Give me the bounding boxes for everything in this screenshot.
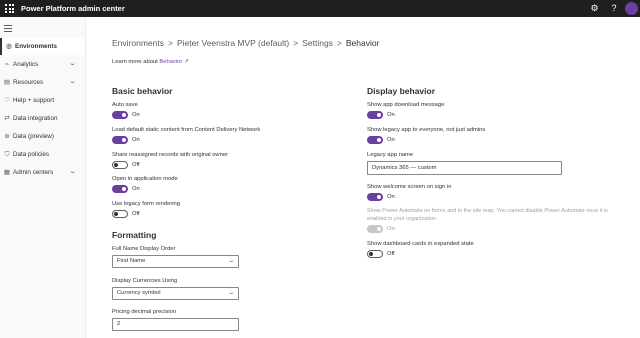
chevron-down-icon: ⌄ xyxy=(228,290,236,296)
toggle-track[interactable] xyxy=(367,193,383,201)
toggle-track[interactable] xyxy=(367,111,383,119)
sidebar-item-label: Environments xyxy=(15,43,57,50)
full-name-order-label: Full Name Display Order xyxy=(112,246,176,252)
breadcrumb-separator: > xyxy=(167,38,173,48)
legacy-app-name-label: Legacy app name xyxy=(367,152,414,158)
sidebar: ◎ Environments ⌁ Analytics ⌄ ▤ Resources… xyxy=(0,17,86,338)
toggle-track[interactable] xyxy=(112,136,128,144)
toggle-state: On xyxy=(132,137,140,143)
resources-icon: ▤ xyxy=(3,79,11,86)
toggle-state: On xyxy=(387,226,395,232)
toggle-track[interactable] xyxy=(367,250,383,258)
toggle-state: On xyxy=(387,194,395,200)
power-automate-description: Show Power Automate on forms and in the … xyxy=(367,208,608,222)
breadcrumb-environment[interactable]: Pieter Veenstra MVP (default) xyxy=(177,38,289,48)
pricing-precision-input[interactable]: 2 xyxy=(112,318,239,331)
sidebar-item-resources[interactable]: ▤ Resources ⌄ xyxy=(0,74,85,91)
display-behavior-heading: Display behavior xyxy=(367,86,436,96)
chevron-down-icon: ⌄ xyxy=(68,79,77,85)
sidebar-item-environments[interactable]: ◎ Environments xyxy=(0,38,85,55)
toggle-track[interactable] xyxy=(112,161,128,169)
sidebar-item-data-preview[interactable]: ⊛ Data (preview) xyxy=(0,128,85,145)
breadcrumb-current: Behavior xyxy=(345,38,380,48)
toggle-track[interactable] xyxy=(112,210,128,218)
data-preview-icon: ⊛ xyxy=(4,133,10,140)
top-bar: Power Platform admin center ⚙ ? xyxy=(0,0,640,17)
input-value: 2 xyxy=(117,321,121,327)
app-download-label: Show app download message xyxy=(367,102,445,108)
sidebar-item-data-policies[interactable]: ⛉ Data policies xyxy=(0,146,85,163)
dashboard-cards-label: Show dashboard cards in expanded state xyxy=(367,241,474,247)
question-icon[interactable]: ? xyxy=(609,2,619,15)
cdn-static-content-label: Load default static content from Content… xyxy=(112,127,261,133)
sidebar-item-label: Resources xyxy=(13,79,44,86)
sidebar-item-label: Data integration xyxy=(13,115,58,122)
toggle-state: Off xyxy=(132,211,140,217)
toggle-state: On xyxy=(387,137,395,143)
pricing-precision-label: Pricing decimal precision xyxy=(112,309,177,315)
app-launcher-icon[interactable] xyxy=(5,4,14,13)
sidebar-item-label: Admin centers xyxy=(13,169,54,176)
app-title[interactable]: Power Platform admin center xyxy=(21,3,125,14)
sidebar-item-admin-centers[interactable]: ▦ Admin centers ⌄ xyxy=(0,164,85,181)
main-content: Environments > Pieter Veenstra MVP (defaul… xyxy=(86,17,640,338)
auto-save-label: Auto save xyxy=(112,102,138,108)
breadcrumb-settings[interactable]: Settings xyxy=(302,38,333,48)
breadcrumb-separator: > xyxy=(293,38,299,48)
basic-behavior-heading: Basic behavior xyxy=(112,86,173,96)
sidebar-item-label: Data (preview) xyxy=(13,133,54,140)
sidebar-item-help-support[interactable]: ♡ Help + support xyxy=(0,92,85,109)
breadcrumb-separator: > xyxy=(336,38,342,48)
formatting-heading: Formatting xyxy=(112,230,157,240)
legacy-app-label: Show legacy app to everyone, not just ad… xyxy=(367,127,486,133)
hamburger-icon[interactable] xyxy=(4,25,12,34)
chart-icon: ⌁ xyxy=(5,61,9,68)
application-mode-label: Open in application mode xyxy=(112,176,178,182)
full-name-order-dropdown[interactable]: First Name ⌄ xyxy=(112,255,239,268)
gear-icon[interactable]: ⚙ xyxy=(589,2,600,15)
welcome-screen-label: Show welcome screen on sign in xyxy=(367,184,452,190)
breadcrumb: Environments > Pieter Veenstra MVP (defaul… xyxy=(112,37,379,49)
toggle-track xyxy=(367,225,383,233)
data-integration-icon: ⇄ xyxy=(4,115,10,122)
share-reassigned-label: Share reassigned records with original o… xyxy=(112,152,228,158)
toggle-track[interactable] xyxy=(112,111,128,119)
learn-more: Learn more about Behavior ↗ xyxy=(112,58,189,66)
chevron-down-icon: ⌄ xyxy=(68,169,77,175)
sidebar-item-label: Help + support xyxy=(13,97,55,104)
toggle-state: On xyxy=(132,186,140,192)
chevron-down-icon: ⌄ xyxy=(228,258,236,264)
chevron-down-icon: ⌄ xyxy=(68,61,77,67)
sidebar-item-analytics[interactable]: ⌁ Analytics ⌄ xyxy=(0,56,85,73)
dropdown-value: First Name xyxy=(117,258,146,264)
toggle-state: Off xyxy=(132,162,140,168)
dropdown-value: Currency symbol xyxy=(117,290,161,296)
display-currencies-dropdown[interactable]: Currency symbol ⌄ xyxy=(112,287,239,300)
avatar[interactable] xyxy=(625,2,638,15)
sidebar-item-label: Analytics xyxy=(13,61,39,68)
learn-more-link[interactable]: Behavior xyxy=(159,59,182,65)
headset-icon: ♡ xyxy=(4,97,10,104)
shield-icon: ⛉ xyxy=(4,151,10,158)
learn-more-text: Learn more about xyxy=(112,59,158,65)
toggle-state: On xyxy=(132,112,140,118)
toggle-state: Off xyxy=(387,251,395,257)
sidebar-item-label: Data policies xyxy=(13,151,50,158)
legacy-form-rendering-label: Use legacy form rendering xyxy=(112,201,180,207)
sidebar-item-data-integration[interactable]: ⇄ Data integration xyxy=(0,110,85,127)
toggle-track[interactable] xyxy=(367,136,383,144)
legacy-app-name-input[interactable]: Dynamics 365 — custom xyxy=(367,161,562,175)
external-link-icon[interactable]: ↗ xyxy=(184,59,189,65)
input-value: Dynamics 365 — custom xyxy=(372,165,437,171)
display-currencies-label: Display Currencies Using xyxy=(112,278,178,284)
toggle-state: On xyxy=(387,112,395,118)
globe-icon: ◎ xyxy=(6,43,12,50)
admin-centers-icon: ▦ xyxy=(3,169,11,176)
breadcrumb-environments[interactable]: Environments xyxy=(112,38,164,48)
toggle-track[interactable] xyxy=(112,185,128,193)
